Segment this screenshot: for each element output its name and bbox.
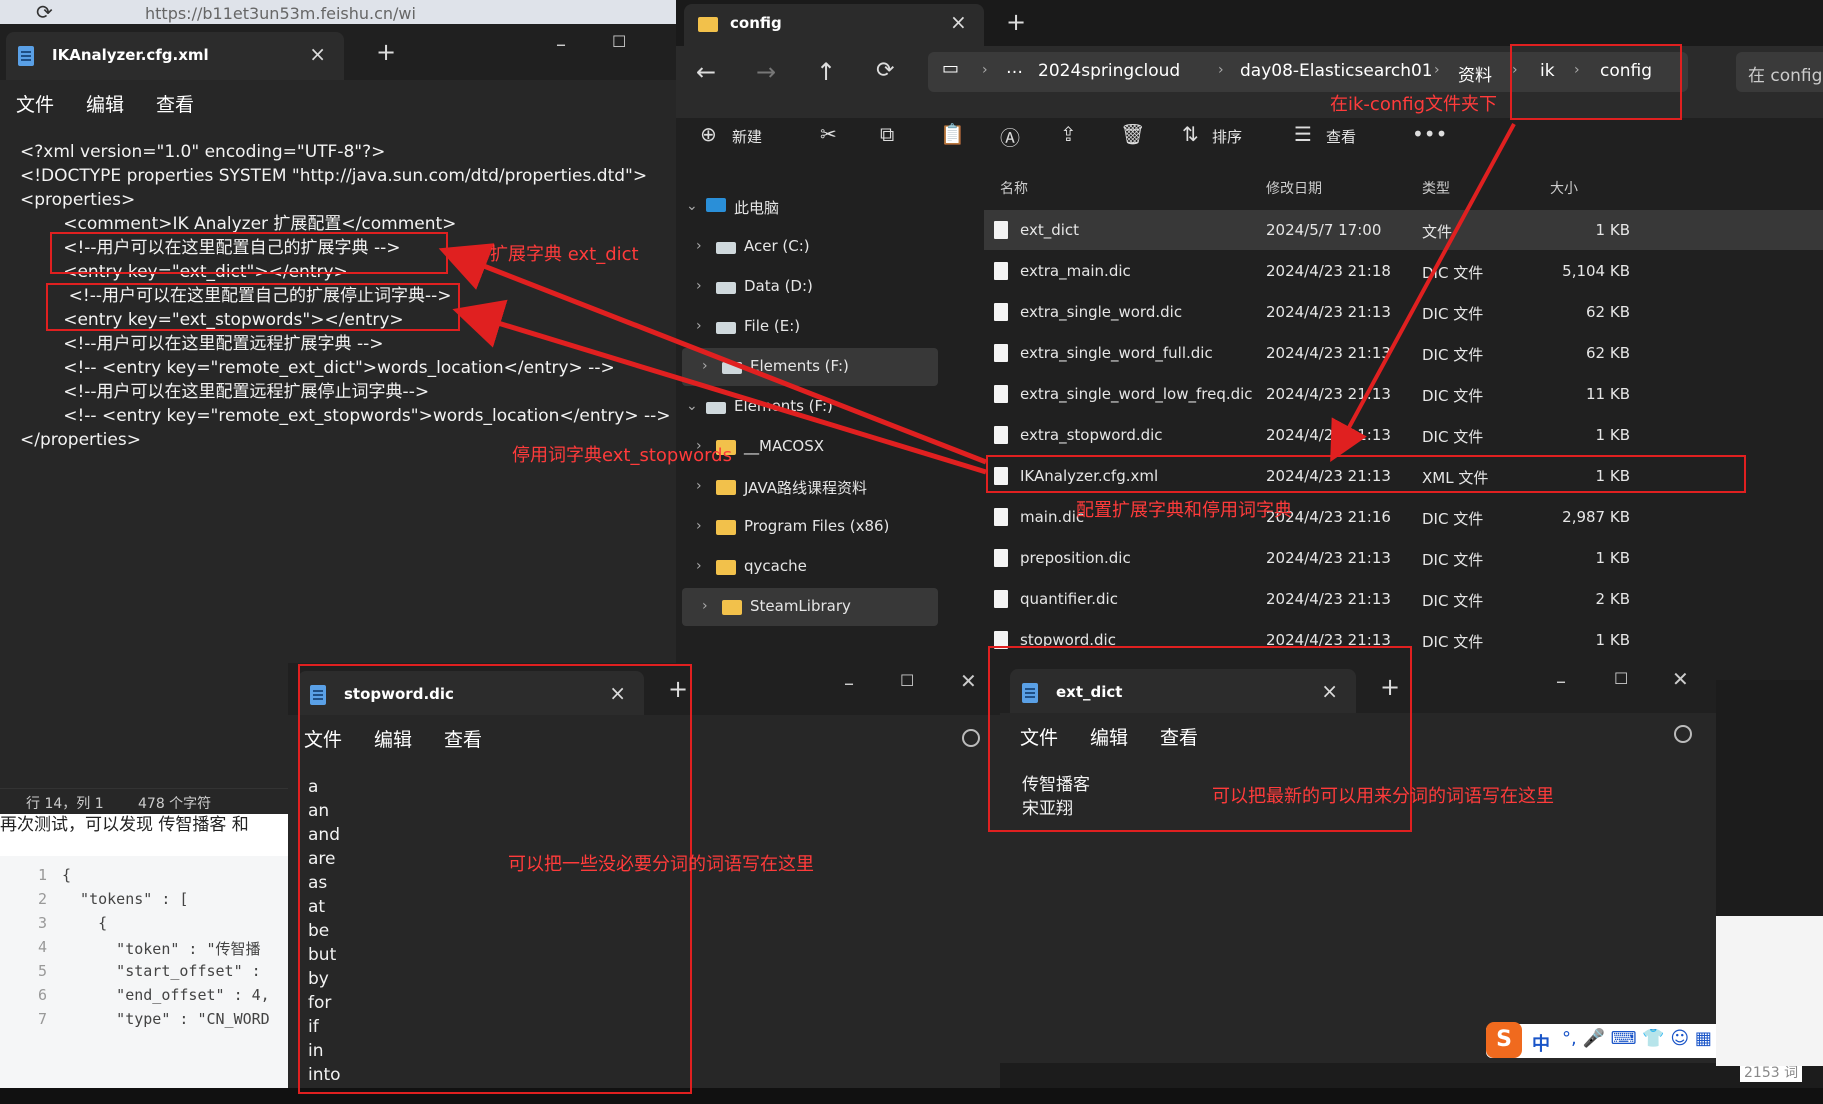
arrow-to-ext-dict: [438, 243, 987, 465]
annotation-ik-config: 在ik-config文件夹下: [1330, 94, 1498, 115]
annotation-ext-stopwords: 停用词字典ext_stopwords: [512, 445, 732, 466]
annotation-arrows: [438, 123, 1516, 475]
annotation-extdict-hint: 可以把最新的可以用来分词的词语写在这里: [1212, 786, 1554, 807]
annotation-ext-dict: 扩展字典 ext_dict: [490, 244, 639, 265]
annotation-stopword-hint: 可以把一些没必要分词的词语写在这里: [508, 854, 814, 875]
arrow-to-config-row: [1330, 123, 1516, 463]
annotation-config-file: 配置扩展字典和停用词字典: [1076, 500, 1292, 521]
